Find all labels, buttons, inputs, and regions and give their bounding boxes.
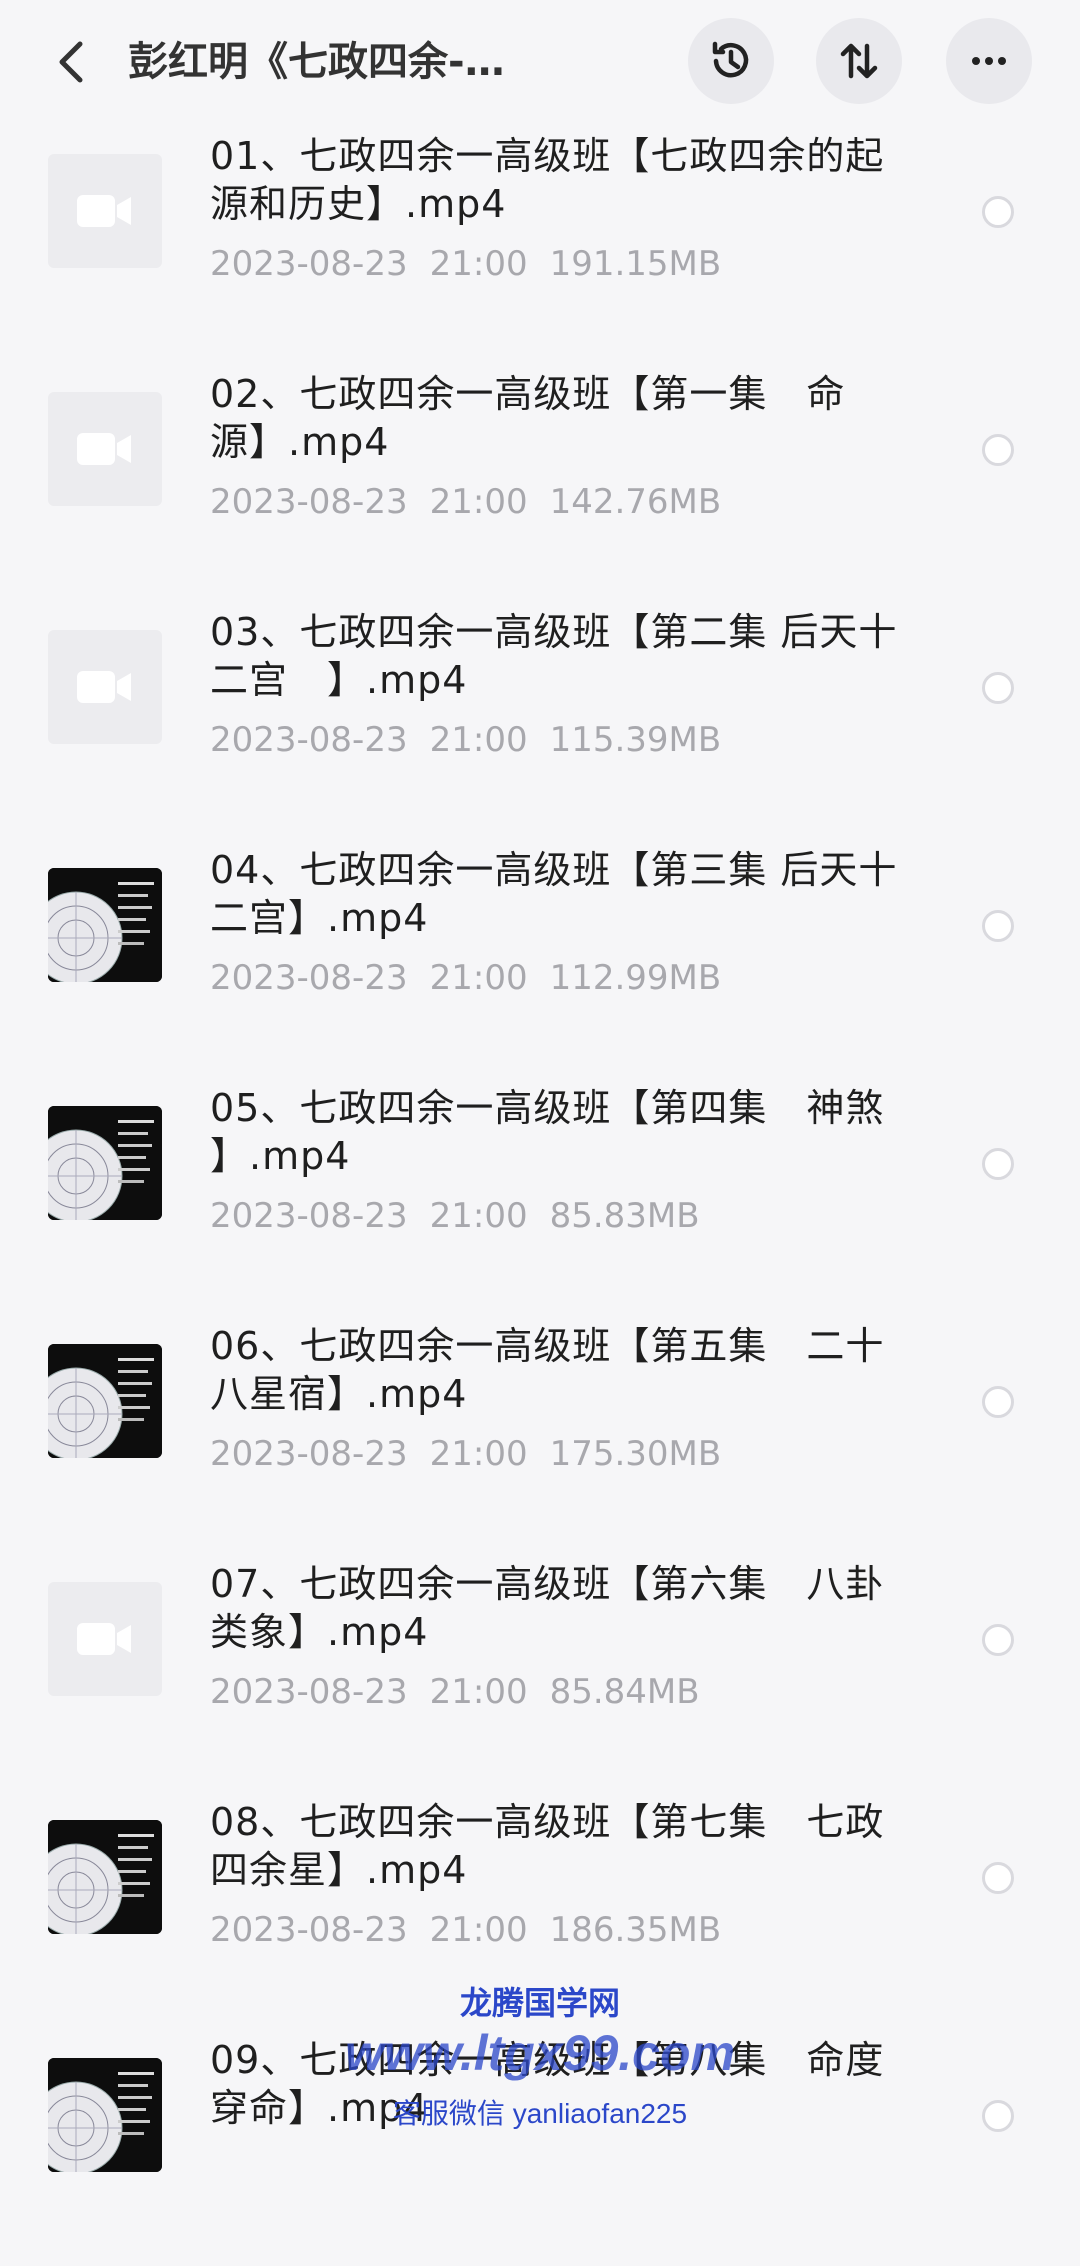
file-name: 06、七政四余一高级班【第五集 二十八星宿】.mp4 xyxy=(210,1324,885,1416)
file-size: 112.99MB xyxy=(549,958,722,998)
file-date: 2023-08-23 xyxy=(210,244,408,284)
watermark-site-name: 龙腾国学网 xyxy=(459,1985,620,2021)
file-size: 186.35MB xyxy=(549,1910,722,1950)
file-list-item[interactable]: 01、七政四余一高级班【七政四余的起源和历史】.mp4 2023-08-23 21:… xyxy=(0,124,1080,362)
video-thumbnail xyxy=(48,1106,162,1220)
file-size: 85.84MB xyxy=(549,1672,700,1712)
file-date: 2023-08-23 xyxy=(210,1434,408,1474)
video-file-icon xyxy=(48,1582,162,1696)
video-file-icon xyxy=(48,154,162,268)
watermark-url: www.ltgx99.com xyxy=(345,2025,735,2081)
watermark-contact: 客服微信 yanliaofan225 xyxy=(392,2098,688,2129)
file-size: 85.83MB xyxy=(549,1196,700,1236)
file-meta: 2023-08-23 21:00 85.83MB xyxy=(210,1194,722,1238)
video-thumbnail xyxy=(48,1344,162,1458)
history-button[interactable] xyxy=(688,18,774,104)
file-list-item[interactable]: 02、七政四余一高级班【第一集 命源】.mp4 2023-08-23 21:00 14… xyxy=(0,362,1080,600)
video-file-icon xyxy=(48,630,162,744)
file-list-item[interactable]: 04、七政四余一高级班【第三集 后天十二宫】.mp4 2023-08-23 21:0… xyxy=(0,838,1080,1076)
file-date: 2023-08-23 xyxy=(210,958,408,998)
file-time: 21:00 xyxy=(429,482,528,522)
select-radio[interactable] xyxy=(982,910,1014,942)
file-meta: 2023-08-23 21:00 175.30MB xyxy=(210,1432,743,1476)
back-button[interactable] xyxy=(44,34,100,90)
file-list-item[interactable]: 06、七政四余一高级班【第五集 二十八星宿】.mp4 2023-08-23 21:0… xyxy=(0,1314,1080,1552)
file-time: 21:00 xyxy=(429,1910,528,1950)
file-name: 08、七政四余一高级班【第七集 七政四余星】.mp4 xyxy=(210,1800,885,1892)
file-list-item[interactable]: 07、七政四余一高级班【第六集 八卦类象】.mp4 2023-08-23 21:00… xyxy=(0,1552,1080,1790)
select-radio[interactable] xyxy=(982,434,1014,466)
file-size: 191.15MB xyxy=(549,244,722,284)
file-list-item[interactable]: 05、七政四余一高级班【第四集 神煞 】.mp4 2023-08-23 21:00 8… xyxy=(0,1076,1080,1314)
file-date: 2023-08-23 xyxy=(210,720,408,760)
file-size: 142.76MB xyxy=(549,482,722,522)
video-thumbnail xyxy=(48,868,162,982)
sort-icon xyxy=(840,43,878,79)
file-meta: 2023-08-23 21:00 142.76MB xyxy=(210,480,743,524)
file-time: 21:00 xyxy=(429,1196,528,1236)
file-time: 21:00 xyxy=(429,720,528,760)
file-name: 03、七政四余一高级班【第二集 后天十二宫 】.mp4 xyxy=(210,610,898,702)
select-radio[interactable] xyxy=(982,1624,1014,1656)
file-meta: 2023-08-23 21:00 85.84MB xyxy=(210,1670,722,1714)
file-date: 2023-08-23 xyxy=(210,1672,408,1712)
file-name: 02、七政四余一高级班【第一集 命源】.mp4 xyxy=(210,372,846,464)
video-thumbnail xyxy=(48,1820,162,1934)
file-time: 21:00 xyxy=(429,1672,528,1712)
file-size: 115.39MB xyxy=(549,720,722,760)
file-meta: 2023-08-23 21:00 115.39MB xyxy=(210,718,743,762)
file-name: 07、七政四余一高级班【第六集 八卦类象】.mp4 xyxy=(210,1562,885,1654)
file-list: 01、七政四余一高级班【七政四余的起源和历史】.mp4 2023-08-23 21:… xyxy=(0,124,1080,2266)
file-size: 175.30MB xyxy=(549,1434,722,1474)
file-date: 2023-08-23 xyxy=(210,482,408,522)
file-name: 05、七政四余一高级班【第四集 神煞 】.mp4 xyxy=(210,1086,885,1178)
select-radio[interactable] xyxy=(982,672,1014,704)
file-meta: 2023-08-23 21:00 191.15MB xyxy=(210,242,743,286)
more-button[interactable] xyxy=(946,18,1032,104)
select-radio[interactable] xyxy=(982,1148,1014,1180)
top-bar: 彭红明《七政四余-… xyxy=(0,0,1080,124)
page-title: 彭红明《七政四余-… xyxy=(128,39,505,85)
file-meta: 2023-08-23 21:00 112.99MB xyxy=(210,956,743,1000)
file-date: 2023-08-23 xyxy=(210,1196,408,1236)
more-icon xyxy=(972,57,1006,65)
file-meta: 2023-08-23 21:00 186.35MB xyxy=(210,1908,743,1952)
file-name: 04、七政四余一高级班【第三集 后天十二宫】.mp4 xyxy=(210,848,898,940)
file-meta xyxy=(210,2146,276,2190)
file-list-item[interactable]: 03、七政四余一高级班【第二集 后天十二宫 】.mp4 2023-08-23 21:… xyxy=(0,600,1080,838)
history-icon xyxy=(712,41,749,78)
file-name: 01、七政四余一高级班【七政四余的起源和历史】.mp4 xyxy=(210,134,885,226)
file-time: 21:00 xyxy=(429,1434,528,1474)
video-file-icon xyxy=(48,392,162,506)
file-time: 21:00 xyxy=(429,958,528,998)
file-date: 2023-08-23 xyxy=(210,1910,408,1950)
select-radio[interactable] xyxy=(982,1862,1014,1894)
sort-button[interactable] xyxy=(816,18,902,104)
select-radio[interactable] xyxy=(982,196,1014,228)
file-time: 21:00 xyxy=(429,244,528,284)
select-radio[interactable] xyxy=(982,1386,1014,1418)
chevron-left-icon xyxy=(59,41,83,83)
